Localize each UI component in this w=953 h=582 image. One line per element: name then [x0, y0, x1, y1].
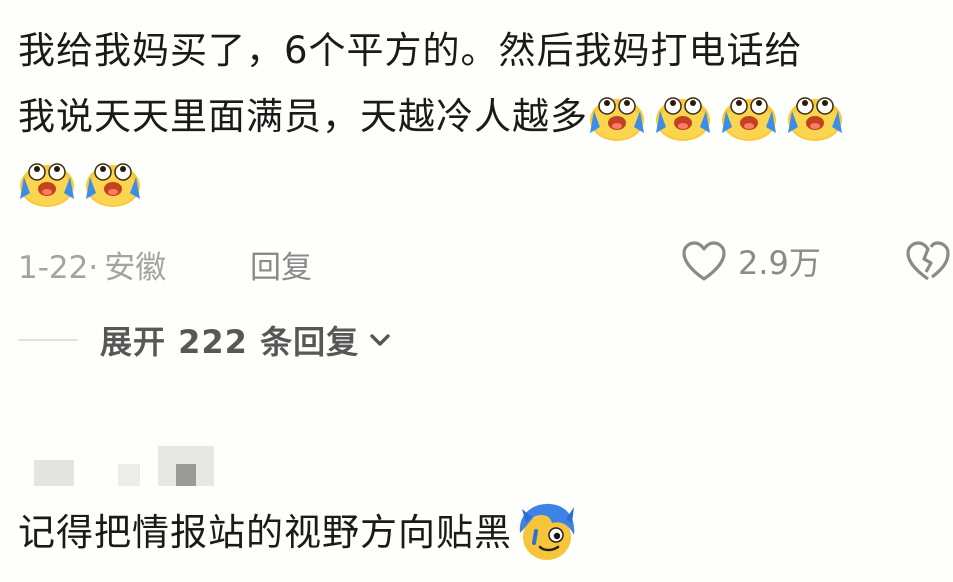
expand-replies-label: 展开 222 条回复: [100, 323, 360, 361]
like-button[interactable]: 2.9万: [680, 236, 821, 286]
expand-replies-button[interactable]: 展开 222 条回复: [100, 317, 393, 363]
comment-date: 1-22·: [18, 250, 99, 286]
crying-face-icon: [84, 155, 142, 209]
comment-text-line2: 我说天天里面满员，天越冷人越多: [18, 95, 588, 138]
comment-text-line1: 我给我妈买了，6个平方的。然后我妈打电话给: [18, 29, 803, 72]
divider-line: [18, 339, 78, 341]
crying-face-icon: [720, 89, 778, 143]
crying-face-icon: [588, 89, 646, 143]
heart-icon: [680, 239, 728, 283]
comment2-text-row: 记得把情报站的视野方向贴黑: [18, 498, 578, 568]
comment-location: 安徽: [104, 250, 167, 286]
comment-text: 我给我妈买了，6个平方的。然后我妈打电话给 我说天天里面满员，天越冷人越多: [18, 18, 948, 216]
comment-meta-row: 1-22· 安徽 回复 2.9万: [18, 236, 953, 286]
blurred-username: [34, 446, 216, 486]
blue-hair-face-sticker-icon: [516, 501, 578, 563]
crying-face-icon: [654, 89, 712, 143]
reply-button[interactable]: 回复: [250, 242, 312, 287]
chevron-down-icon: [359, 330, 393, 350]
like-count: 2.9万: [738, 244, 821, 282]
crying-face-icon: [18, 155, 76, 209]
dislike-broken-heart-icon[interactable]: [904, 239, 952, 283]
crying-face-icon: [786, 89, 844, 143]
comment2-text: 记得把情报站的视野方向贴黑: [18, 511, 512, 554]
expand-replies-row: 展开 222 条回复: [18, 315, 393, 365]
comment-date-location: 1-22· 安徽: [18, 242, 172, 287]
